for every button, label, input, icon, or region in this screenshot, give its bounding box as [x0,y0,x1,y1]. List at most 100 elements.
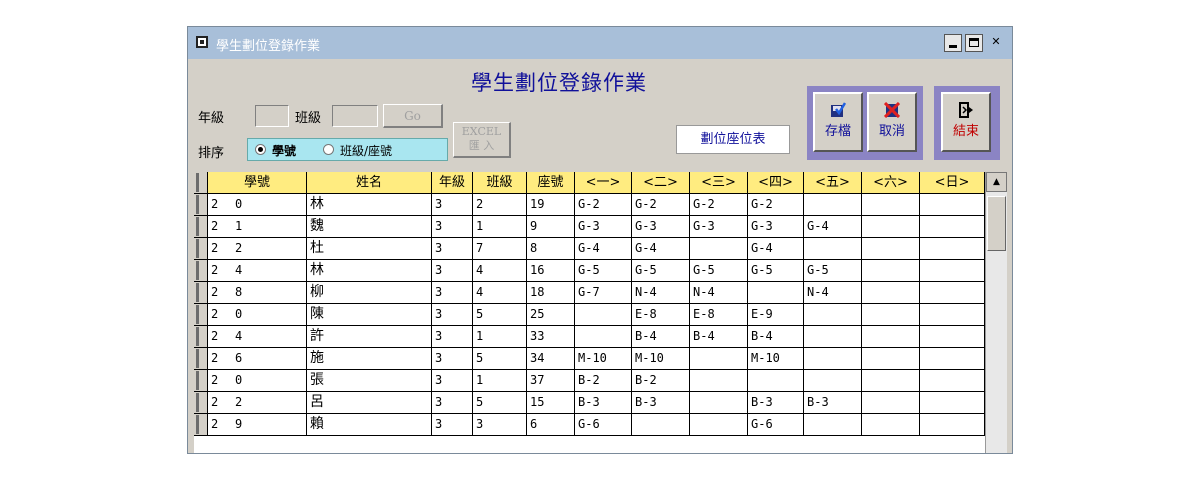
table-row[interactable]: 2 0 陳 3 5 25 E-8 E-8 E-9 [194,304,1007,326]
fri-cell[interactable]: B-3 [804,392,862,414]
class-cell[interactable]: 4 [473,282,527,304]
sort-by-student-id-radio[interactable] [255,144,266,155]
fri-cell[interactable] [804,348,862,370]
table-row[interactable]: 2 0 張 3 1 37 B-2 B-2 [194,370,1007,392]
table-row[interactable]: 2 8 柳 3 4 18 G-7 N-4 N-4 N-4 [194,282,1007,304]
mon-cell[interactable]: G-3 [575,216,632,238]
excel-import-button[interactable]: EXCEL 匯 入 [453,122,511,158]
student-id-cell[interactable]: 22 [208,238,307,260]
tue-cell[interactable]: G-2 [632,194,690,216]
row-selector[interactable] [194,304,208,326]
name-cell[interactable]: 林 [307,194,432,216]
mon-cell[interactable]: G-6 [575,414,632,436]
fri-cell[interactable] [804,194,862,216]
seat-table-button[interactable]: 劃位座位表 [676,125,790,154]
sun-cell[interactable] [920,304,985,326]
save-button[interactable]: 存檔 [813,92,863,152]
class-cell[interactable]: 1 [473,216,527,238]
sun-cell[interactable] [920,282,985,304]
table-row[interactable]: 2 9 賴 3 3 6 G-6 G-6 [194,414,1007,436]
sun-cell[interactable] [920,238,985,260]
seat-no-cell[interactable]: 33 [527,326,575,348]
mon-cell[interactable]: B-2 [575,370,632,392]
thu-cell[interactable]: E-9 [748,304,804,326]
mon-cell[interactable]: M-10 [575,348,632,370]
sun-cell[interactable] [920,194,985,216]
student-id-cell[interactable]: 24 [208,260,307,282]
wed-cell[interactable]: E-8 [690,304,748,326]
name-cell[interactable]: 魏 [307,216,432,238]
fri-cell[interactable] [804,326,862,348]
student-id-cell[interactable]: 20 [208,304,307,326]
cancel-button[interactable]: 取消 [867,92,917,152]
thu-cell[interactable]: G-5 [748,260,804,282]
sat-cell[interactable] [862,260,920,282]
sat-cell[interactable] [862,304,920,326]
name-cell[interactable]: 杜 [307,238,432,260]
student-id-cell[interactable]: 22 [208,392,307,414]
tue-cell[interactable]: M-10 [632,348,690,370]
student-id-cell[interactable]: 24 [208,326,307,348]
seat-no-cell[interactable]: 25 [527,304,575,326]
header-name[interactable]: 姓名 [307,172,432,194]
wed-cell[interactable]: N-4 [690,282,748,304]
sun-cell[interactable] [920,370,985,392]
row-selector[interactable] [194,260,208,282]
table-row[interactable]: 2 2 呂 3 5 15 B-3 B-3 B-3 B-3 [194,392,1007,414]
row-selector[interactable] [194,238,208,260]
tue-cell[interactable]: N-4 [632,282,690,304]
student-id-cell[interactable]: 29 [208,414,307,436]
mon-cell[interactable]: B-3 [575,392,632,414]
mon-cell[interactable] [575,326,632,348]
sun-cell[interactable] [920,348,985,370]
sat-cell[interactable] [862,370,920,392]
name-cell[interactable]: 陳 [307,304,432,326]
mon-cell[interactable]: G-4 [575,238,632,260]
row-selector[interactable] [194,194,208,216]
minimize-button[interactable] [944,34,962,52]
grade-cell[interactable]: 3 [432,348,473,370]
grade-cell[interactable]: 3 [432,304,473,326]
table-row[interactable]: 2 4 林 3 4 16 G-5 G-5 G-5 G-5 G-5 [194,260,1007,282]
tue-cell[interactable]: G-4 [632,238,690,260]
wed-cell[interactable] [690,238,748,260]
header-class[interactable]: 班級 [473,172,527,194]
seat-no-cell[interactable]: 37 [527,370,575,392]
wed-cell[interactable]: G-5 [690,260,748,282]
sat-cell[interactable] [862,238,920,260]
sun-cell[interactable] [920,392,985,414]
fri-cell[interactable] [804,238,862,260]
seat-no-cell[interactable]: 19 [527,194,575,216]
seat-no-cell[interactable]: 8 [527,238,575,260]
sat-cell[interactable] [862,216,920,238]
name-cell[interactable]: 施 [307,348,432,370]
sat-cell[interactable] [862,348,920,370]
class-cell[interactable]: 3 [473,414,527,436]
tue-cell[interactable] [632,414,690,436]
name-cell[interactable]: 柳 [307,282,432,304]
thu-cell[interactable] [748,370,804,392]
student-id-cell[interactable]: 20 [208,194,307,216]
wed-cell[interactable] [690,348,748,370]
sat-cell[interactable] [862,392,920,414]
mon-cell[interactable] [575,304,632,326]
seat-no-cell[interactable]: 15 [527,392,575,414]
thu-cell[interactable]: M-10 [748,348,804,370]
thu-cell[interactable]: G-4 [748,238,804,260]
header-mon[interactable]: <一> [575,172,632,194]
sort-by-class-seat-radio[interactable] [323,144,334,155]
student-id-cell[interactable]: 21 [208,216,307,238]
table-row[interactable]: 2 0 林 3 2 19 G-2 G-2 G-2 G-2 [194,194,1007,216]
header-sun[interactable]: <日> [920,172,985,194]
class-cell[interactable]: 5 [473,348,527,370]
wed-cell[interactable]: G-2 [690,194,748,216]
thu-cell[interactable] [748,282,804,304]
sun-cell[interactable] [920,216,985,238]
row-selector[interactable] [194,392,208,414]
row-selector[interactable] [194,216,208,238]
grade-cell[interactable]: 3 [432,282,473,304]
grade-cell[interactable]: 3 [432,216,473,238]
seat-no-cell[interactable]: 6 [527,414,575,436]
tue-cell[interactable]: B-3 [632,392,690,414]
fri-cell[interactable]: G-5 [804,260,862,282]
